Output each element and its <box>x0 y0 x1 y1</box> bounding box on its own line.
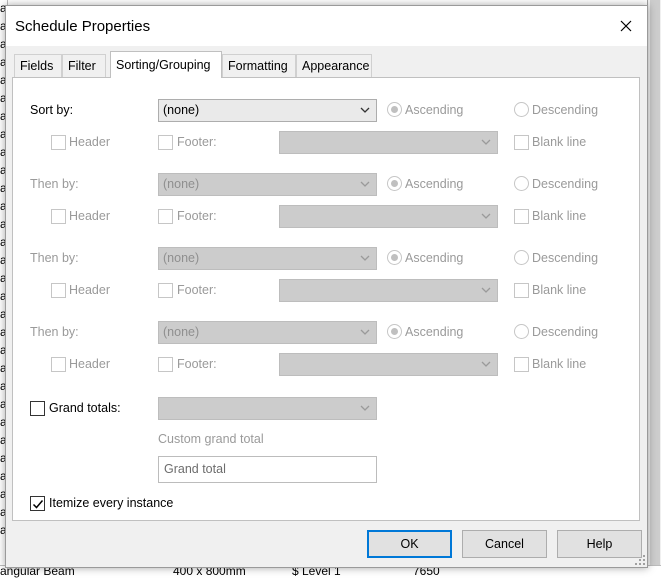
ok-button[interactable]: OK <box>367 530 452 558</box>
then-by-3-ascending-label: Ascending <box>405 325 464 339</box>
then-by-3-header-label: Header <box>69 357 110 371</box>
sort-by-footer-checkbox[interactable] <box>158 135 173 150</box>
then-by-2-ascending-radio[interactable] <box>387 250 402 265</box>
custom-grand-total-label: Custom grand total <box>158 432 264 446</box>
then-by-1-dropdown[interactable]: (none) <box>158 173 377 196</box>
then-by-2-blank-line-checkbox[interactable] <box>514 283 529 298</box>
sort-by-header-checkbox[interactable] <box>51 135 66 150</box>
chevron-down-icon <box>481 287 491 293</box>
grand-totals-checkbox[interactable] <box>30 401 45 416</box>
chevron-down-icon <box>360 405 370 411</box>
sort-by-descending-label: Descending <box>532 103 599 117</box>
then-by-3-footer-checkbox[interactable] <box>158 357 173 372</box>
dialog-title: Schedule Properties <box>15 18 151 35</box>
background-scrollbar[interactable] <box>647 0 661 577</box>
then-by-3-dropdown[interactable]: (none) <box>158 321 377 344</box>
sort-by-descending-radio[interactable] <box>514 102 529 117</box>
itemize-label: Itemize every instance <box>49 496 174 510</box>
grand-totals-dropdown[interactable] <box>158 397 377 420</box>
chevron-down-icon <box>360 181 370 187</box>
cancel-button[interactable]: Cancel <box>462 530 547 558</box>
then-by-3-ascending-radio[interactable] <box>387 324 402 339</box>
then-by-2-descending-radio[interactable] <box>514 250 529 265</box>
custom-grand-total-input[interactable]: Grand total <box>158 456 377 483</box>
chevron-down-icon <box>360 107 370 113</box>
then-by-2-header-checkbox[interactable] <box>51 283 66 298</box>
then-by-3-header-checkbox[interactable] <box>51 357 66 372</box>
then-by-3-descending-label: Descending <box>532 325 599 339</box>
then-by-1-blank-line-label: Blank line <box>532 209 587 223</box>
tab-fields[interactable]: Fields <box>14 54 62 77</box>
then-by-1-descending-label: Descending <box>532 177 599 191</box>
then-by-3-blank-line-label: Blank line <box>532 357 587 371</box>
tab-appearance[interactable]: Appearance <box>296 54 372 77</box>
sort-by-header-label: Header <box>69 135 110 149</box>
then-by-3-footer-label: Footer: <box>177 357 217 371</box>
then-by-2-footer-dropdown[interactable] <box>279 279 498 302</box>
tab-sorting-grouping[interactable]: Sorting/Grouping <box>110 51 222 78</box>
itemize-checkbox[interactable] <box>30 496 45 511</box>
then-by-2-dropdown[interactable]: (none) <box>158 247 377 270</box>
then-by-2-footer-checkbox[interactable] <box>158 283 173 298</box>
chevron-down-icon <box>481 213 491 219</box>
then-by-1-value: (none) <box>163 177 200 191</box>
then-by-1-header-label: Header <box>69 209 110 223</box>
sort-by-footer-dropdown[interactable] <box>279 131 498 154</box>
sort-by-ascending-label: Ascending <box>405 103 464 117</box>
then-by-1-ascending-radio[interactable] <box>387 176 402 191</box>
then-by-2-footer-label: Footer: <box>177 283 217 297</box>
sort-by-ascending-radio[interactable] <box>387 102 402 117</box>
then-by-1-footer-checkbox[interactable] <box>158 209 173 224</box>
chevron-down-icon <box>360 329 370 335</box>
then-by-2-value: (none) <box>163 251 200 265</box>
then-by-1-footer-dropdown[interactable] <box>279 205 498 228</box>
then-by-2-blank-line-label: Blank line <box>532 283 587 297</box>
sort-by-blank-line-label: Blank line <box>532 135 587 149</box>
then-by-2-ascending-label: Ascending <box>405 251 464 265</box>
then-by-1-blank-line-checkbox[interactable] <box>514 209 529 224</box>
then-by-1-descending-radio[interactable] <box>514 176 529 191</box>
checkmark-icon <box>32 500 44 509</box>
tab-filter[interactable]: Filter <box>62 54 106 77</box>
sort-by-value: (none) <box>163 103 200 117</box>
help-button[interactable]: Help <box>557 530 642 558</box>
then-by-3-footer-dropdown[interactable] <box>279 353 498 376</box>
sort-by-label: Sort by: <box>30 103 74 117</box>
sort-by-blank-line-checkbox[interactable] <box>514 135 529 150</box>
then-by-1-footer-label: Footer: <box>177 209 217 223</box>
chevron-down-icon <box>360 255 370 261</box>
schedule-properties-dialog: Schedule Properties Fields Filter Sortin… <box>5 5 648 568</box>
title-bar[interactable]: Schedule Properties <box>6 6 647 46</box>
then-by-1-ascending-label: Ascending <box>405 177 464 191</box>
grand-totals-label: Grand totals: <box>49 401 121 415</box>
then-by-2-header-label: Header <box>69 283 110 297</box>
then-by-1-label: Then by: <box>30 177 79 191</box>
then-by-3-label: Then by: <box>30 325 79 339</box>
tab-formatting[interactable]: Formatting <box>222 54 296 77</box>
sort-by-footer-label: Footer: <box>177 135 217 149</box>
chevron-down-icon <box>481 139 491 145</box>
close-button[interactable] <box>606 10 646 42</box>
then-by-2-label: Then by: <box>30 251 79 265</box>
sort-by-dropdown[interactable]: (none) <box>158 99 377 122</box>
chevron-down-icon <box>481 361 491 367</box>
resize-grip-icon[interactable] <box>634 554 646 566</box>
then-by-3-blank-line-checkbox[interactable] <box>514 357 529 372</box>
then-by-2-descending-label: Descending <box>532 251 599 265</box>
sorting-grouping-panel: Sort by: (none) Ascending Descending Hea… <box>12 77 640 521</box>
custom-grand-total-value: Grand total <box>164 462 226 476</box>
then-by-3-descending-radio[interactable] <box>514 324 529 339</box>
close-icon <box>620 20 632 32</box>
then-by-3-value: (none) <box>163 325 200 339</box>
then-by-1-header-checkbox[interactable] <box>51 209 66 224</box>
